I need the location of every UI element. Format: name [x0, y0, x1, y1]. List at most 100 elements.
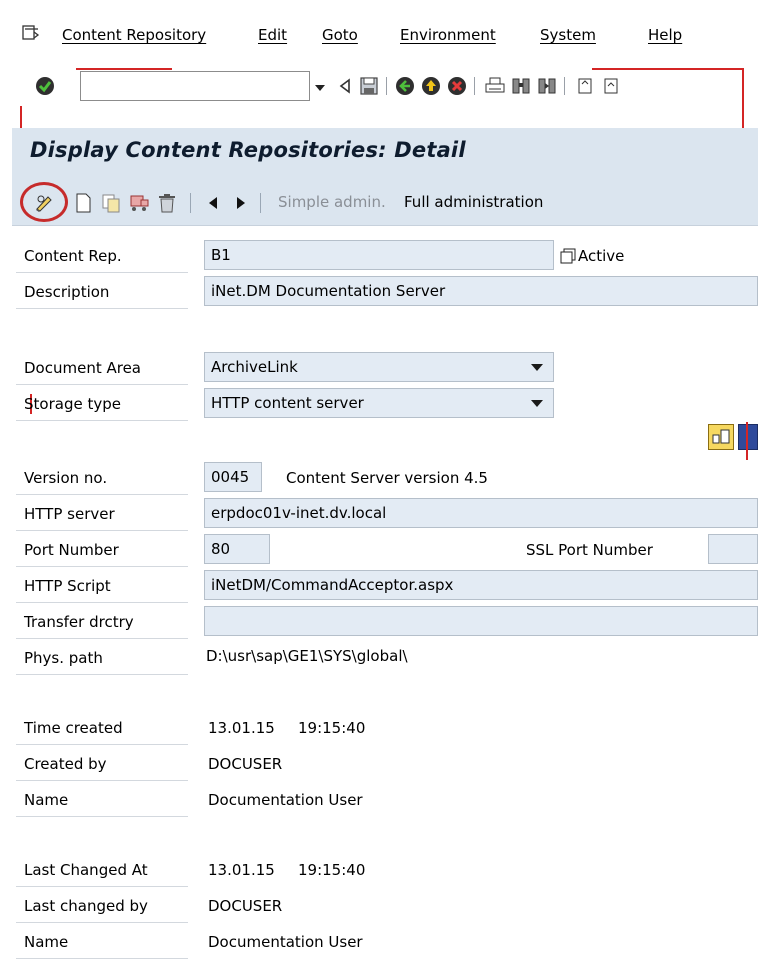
version-no-field[interactable]: 0045 [204, 462, 262, 492]
storage-type-select[interactable]: HTTP content server [204, 388, 554, 418]
http-server-field[interactable]: erpdoc01v-inet.dv.local [204, 498, 758, 528]
print-icon[interactable] [484, 75, 506, 97]
label-underline [16, 308, 188, 309]
delete-icon[interactable] [156, 192, 178, 214]
transport-icon[interactable] [128, 192, 150, 214]
document-area-value: ArchiveLink [211, 358, 298, 376]
port-number-label: Port Number [24, 541, 119, 559]
simple-admin-button[interactable]: Simple admin. [278, 193, 386, 211]
save-icon[interactable] [358, 75, 380, 97]
storage-type-label: Storage type [24, 395, 121, 413]
next-entry-icon[interactable] [230, 192, 252, 214]
find-icon[interactable] [510, 75, 532, 97]
annotation-line [592, 68, 742, 70]
changed-name-label: Name [24, 933, 69, 951]
storage-type-value: HTTP content server [211, 394, 364, 412]
label-underline [16, 530, 188, 531]
display-change-icon[interactable] [33, 192, 55, 214]
copy-icon[interactable] [100, 192, 122, 214]
transfer-directory-label: Transfer drctry [24, 613, 134, 631]
label-underline [16, 638, 188, 639]
row-phys-path: Phys. path D:\usr\sap\GE1\SYS\global\ [12, 640, 758, 676]
annotation-line [76, 68, 172, 70]
menu-goto[interactable]: Goto [322, 26, 358, 44]
annotation-line [746, 422, 748, 460]
page-title: Display Content Repositories: Detail [30, 138, 466, 162]
label-underline [16, 272, 188, 273]
previous-entry-icon[interactable] [202, 192, 224, 214]
row-created-by: Created by DOCUSER [12, 746, 758, 782]
last-changed-by-label: Last changed by [24, 897, 148, 915]
ssl-port-number-label: SSL Port Number [526, 541, 653, 559]
transfer-directory-field[interactable] [204, 606, 758, 636]
menu-content-repository[interactable]: Content Repository [62, 26, 206, 44]
menu-environment[interactable]: Environment [400, 26, 496, 44]
menu-exit-icon[interactable] [22, 25, 40, 41]
dropdown-arrow-icon [531, 400, 543, 407]
time-created-label: Time created [24, 719, 123, 737]
menu-help[interactable]: Help [648, 26, 682, 44]
description-field[interactable]: iNet.DM Documentation Server [204, 276, 758, 306]
prev-page-icon[interactable] [600, 75, 622, 97]
find-next-icon[interactable] [536, 75, 558, 97]
label-underline [16, 420, 188, 421]
time-created-date: 13.01.15 [208, 719, 275, 737]
command-field[interactable] [80, 71, 310, 101]
port-number-field[interactable]: 80 [204, 534, 270, 564]
toolbar-separator [260, 193, 261, 213]
changed-name-value: Documentation User [208, 933, 363, 951]
full-administration-button[interactable]: Full administration [404, 193, 543, 211]
create-icon[interactable] [72, 192, 94, 214]
label-underline [16, 744, 188, 745]
phys-path-value-field: D:\usr\sap\GE1\SYS\global\ [206, 642, 758, 672]
back-icon[interactable] [334, 75, 356, 97]
label-underline [16, 780, 188, 781]
port-number-value: 80 [211, 540, 231, 558]
title-bar: Display Content Repositories: Detail [12, 128, 758, 180]
last-changed-at-label: Last Changed At [24, 861, 148, 879]
first-page-icon[interactable] [574, 75, 596, 97]
status-window-icon[interactable] [560, 248, 576, 264]
info-button-icon[interactable] [738, 424, 758, 450]
label-underline [16, 958, 188, 959]
http-server-label: HTTP server [24, 505, 115, 523]
label-underline [16, 816, 188, 817]
content-rep-field[interactable]: B1 [204, 240, 554, 270]
cancel-icon[interactable] [446, 75, 468, 97]
enter-icon[interactable] [34, 75, 56, 97]
label-underline [16, 566, 188, 567]
version-no-value: 0045 [211, 468, 250, 486]
description-value: iNet.DM Documentation Server [211, 282, 446, 300]
created-name-value: Documentation User [208, 791, 363, 809]
row-changed-name: Name Documentation User [12, 924, 758, 960]
menu-bar: Content Repository Edit Goto Environment… [12, 14, 758, 52]
command-history-dropdown-icon[interactable] [314, 80, 326, 92]
row-port-number: Port Number 80 SSL Port Number [12, 532, 758, 568]
green-back-icon[interactable] [394, 75, 416, 97]
ssl-port-number-field[interactable] [708, 534, 758, 564]
last-changed-by-value: DOCUSER [208, 897, 283, 915]
repository-detail-form: Content Rep. B1 Active Description iNet.… [12, 226, 758, 960]
label-underline [16, 674, 188, 675]
menu-system[interactable]: System [540, 26, 596, 44]
http-script-field[interactable]: iNetDM/CommandAcceptor.aspx [204, 570, 758, 600]
http-script-label: HTTP Script [24, 577, 111, 595]
last-changed-date: 13.01.15 [208, 861, 275, 879]
created-name-label: Name [24, 791, 69, 809]
menu-edit[interactable]: Edit [258, 26, 287, 44]
row-http-server: HTTP server erpdoc01v-inet.dv.local [12, 496, 758, 532]
detail-button-icon[interactable] [708, 424, 734, 450]
exit-icon[interactable] [420, 75, 442, 97]
document-area-select[interactable]: ArchiveLink [204, 352, 554, 382]
created-by-label: Created by [24, 755, 107, 773]
row-created-name: Name Documentation User [12, 782, 758, 818]
label-underline [16, 494, 188, 495]
version-no-label: Version no. [24, 469, 108, 487]
last-changed-time: 19:15:40 [298, 861, 366, 879]
document-area-label: Document Area [24, 359, 141, 377]
label-underline [16, 602, 188, 603]
row-content-rep: Content Rep. B1 Active [12, 238, 758, 274]
phys-path-label: Phys. path [24, 649, 103, 667]
toolbar-separator [190, 193, 191, 213]
row-document-area: Document Area ArchiveLink [12, 350, 758, 386]
